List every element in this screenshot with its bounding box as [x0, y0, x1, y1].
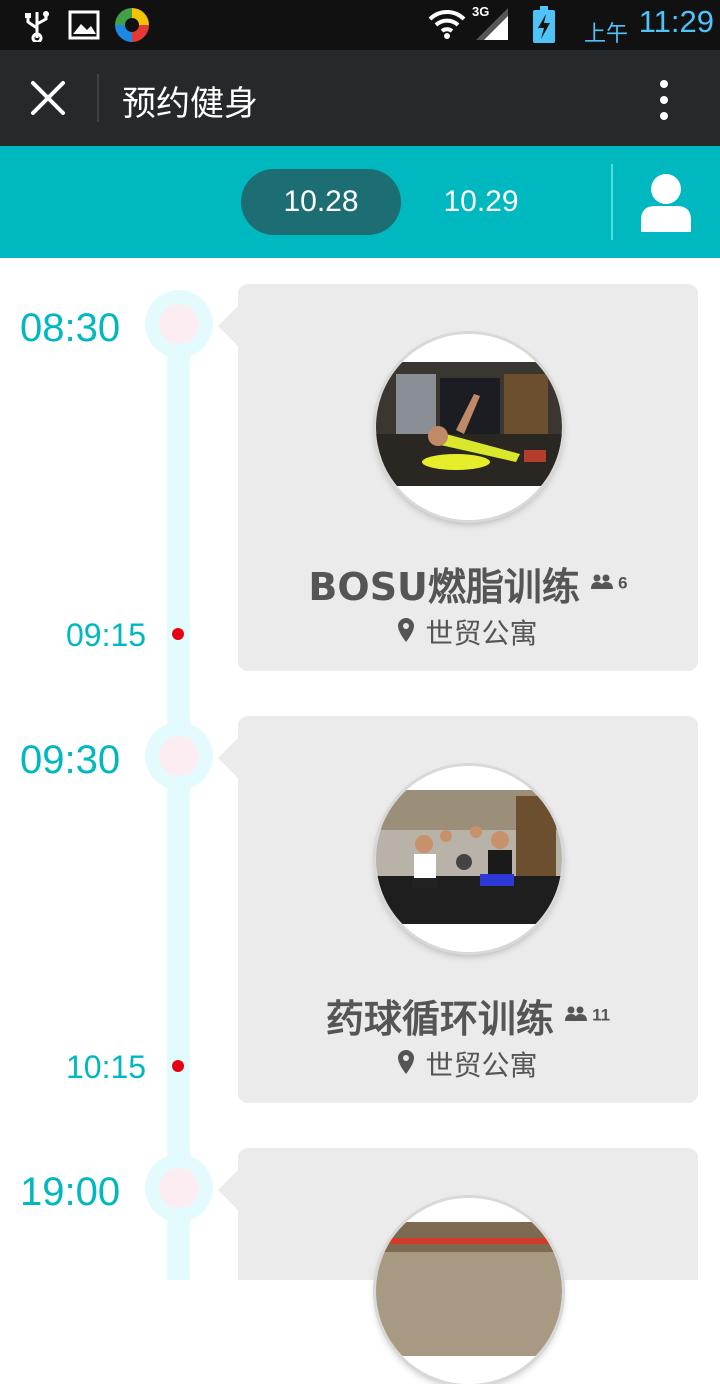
class-title: 药球循环训练 11: [238, 988, 698, 1043]
end-time-dot: [172, 628, 184, 640]
group-icon: [591, 573, 614, 595]
start-time: 09:30: [20, 738, 121, 782]
class-photo: [376, 334, 562, 520]
location-pin-icon: [398, 1050, 415, 1078]
gallery-icon: [68, 10, 100, 44]
usb-icon: [22, 10, 52, 46]
class-photo: [376, 1198, 562, 1384]
end-time: 10:15: [66, 1049, 147, 1085]
date-selector: 10.28 10.29: [0, 146, 720, 258]
card-pointer: [218, 306, 238, 346]
user-profile-icon[interactable]: [639, 172, 693, 236]
location-name: 世贸公寓: [425, 1049, 538, 1082]
group-icon: [565, 1005, 588, 1027]
timeline-node: [145, 722, 213, 790]
start-time: 08:30: [20, 306, 121, 350]
close-icon[interactable]: [24, 74, 72, 122]
class-photo: [376, 766, 562, 952]
wifi-icon: [428, 8, 466, 44]
attendee-count: 6: [618, 573, 628, 593]
network-type-label: 3G: [472, 4, 490, 19]
status-ampm: 上午: [583, 22, 628, 47]
page-title: 预约健身: [122, 84, 258, 124]
timeline-track: [167, 300, 190, 1280]
status-clock: 11:29: [638, 4, 714, 39]
end-time: 09:15: [66, 617, 147, 653]
signal-icon: 3G: [470, 4, 510, 46]
start-time: 19:00: [20, 1170, 121, 1214]
card-pointer: [218, 738, 238, 778]
class-location: 世贸公寓: [238, 1044, 698, 1084]
header-bar: 预约健身: [0, 50, 720, 146]
class-name: BOSU燃脂训练: [308, 565, 580, 609]
date-tab-1029[interactable]: 10.29: [401, 169, 561, 235]
end-time-dot: [172, 1060, 184, 1072]
class-card-bosu[interactable]: BOSU燃脂训练 6 世贸公寓: [218, 284, 698, 671]
class-location: 世贸公寓: [238, 612, 698, 652]
class-name: 药球循环训练: [325, 997, 554, 1041]
location-name: 世贸公寓: [425, 617, 538, 650]
location-pin-icon: [398, 618, 415, 646]
class-title: BOSU燃脂训练 6: [238, 556, 698, 611]
card-pointer: [218, 1170, 238, 1210]
attendee-count: 11: [592, 1005, 611, 1025]
date-divider: [611, 164, 613, 240]
header-divider: [97, 74, 99, 122]
timeline-node: [145, 290, 213, 358]
more-options-icon[interactable]: [650, 78, 678, 122]
class-card-evening[interactable]: [218, 1148, 698, 1384]
date-tab-1028[interactable]: 10.28: [241, 169, 401, 235]
battery-icon: [532, 6, 556, 48]
timeline-node: [145, 1154, 213, 1222]
class-card-medicine-ball[interactable]: 药球循环训练 11 世贸公寓: [218, 716, 698, 1103]
app-notification-icon: [113, 6, 151, 48]
status-bar: 3G 上午 11:29: [0, 0, 720, 50]
